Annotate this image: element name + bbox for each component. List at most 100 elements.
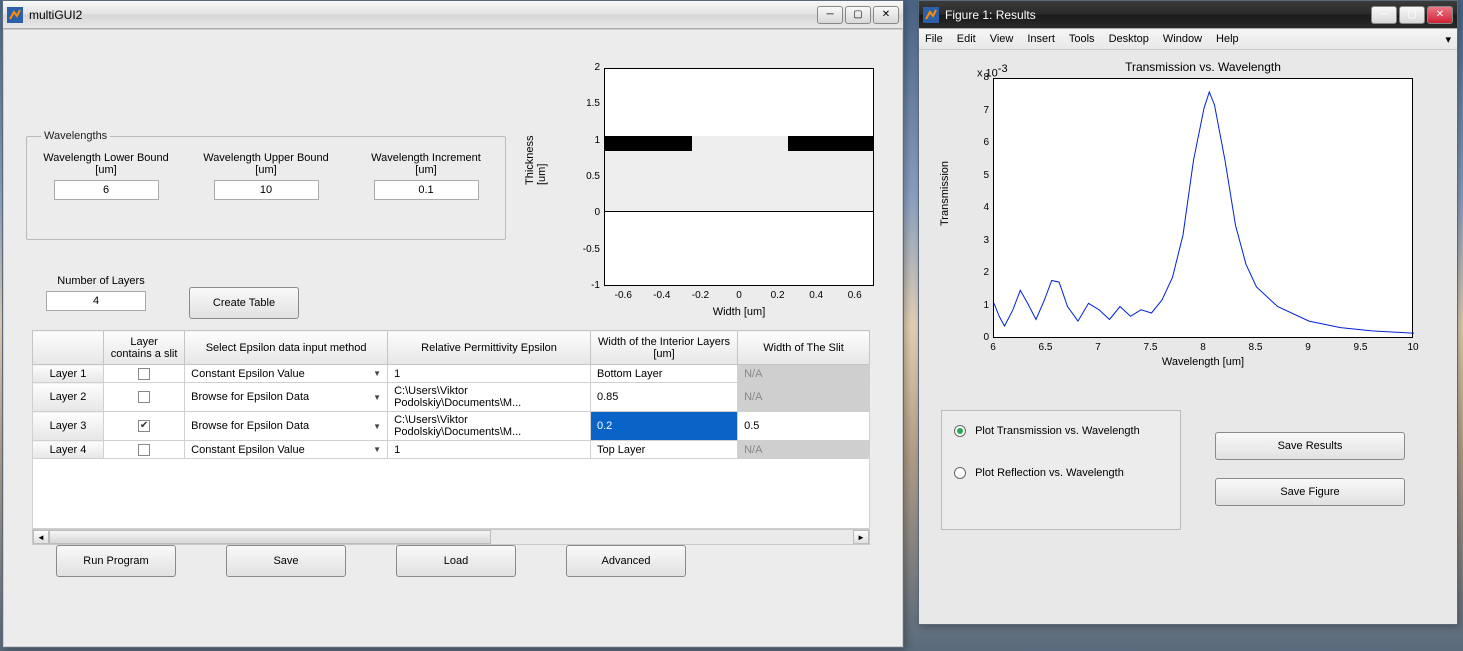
xtick: 9.5 — [1349, 342, 1373, 353]
chevron-down-icon[interactable]: ▼ — [373, 393, 381, 402]
geometry-ylabel: Thickness [um] — [524, 165, 548, 185]
minimize-button[interactable]: ─ — [817, 6, 843, 24]
wavelengths-legend: Wavelengths — [41, 130, 110, 142]
create-table-button[interactable]: Create Table — [189, 287, 299, 319]
ytick: 1.5 — [576, 98, 600, 109]
titlebar[interactable]: Figure 1: Results ─ ▢ ✕ — [919, 1, 1457, 29]
num-layers-label: Number of Layers — [46, 275, 156, 287]
method-cell[interactable]: Constant Epsilon Value▼ — [185, 441, 388, 459]
col-slit[interactable]: Layer contains a slit — [104, 331, 185, 365]
results-plot-panel: Transmission vs. Wavelength x 10-3 01234… — [933, 60, 1433, 380]
minimize-button[interactable]: ─ — [1371, 6, 1397, 24]
matlab-icon — [923, 7, 939, 23]
slit-cell[interactable] — [104, 383, 185, 412]
num-layers-block: Number of Layers — [46, 275, 156, 311]
xtick: 7 — [1086, 342, 1110, 353]
window-title: Figure 1: Results — [945, 8, 1371, 22]
ytick: 3 — [973, 235, 989, 246]
col-width[interactable]: Width of the Interior Layers [um] — [590, 331, 737, 365]
upper-bound-input[interactable] — [214, 180, 319, 200]
method-cell[interactable]: Browse for Epsilon Data▼ — [185, 383, 388, 412]
epsilon-cell[interactable]: C:\Users\Viktor Podolskiy\Documents\M... — [388, 383, 591, 412]
menu-file[interactable]: File — [925, 33, 943, 45]
maximize-button[interactable]: ▢ — [845, 6, 871, 24]
checkbox-icon[interactable] — [138, 391, 150, 403]
xtick: 0.2 — [764, 290, 792, 301]
plot-choice-panel: Plot Transmission vs. Wavelength Plot Re… — [941, 410, 1181, 530]
scroll-right-button[interactable]: ► — [853, 530, 869, 544]
col-method[interactable]: Select Epsilon data input method — [185, 331, 388, 365]
close-button[interactable]: ✕ — [873, 6, 899, 24]
save-results-button[interactable]: Save Results — [1215, 432, 1405, 460]
increment-input[interactable] — [374, 180, 479, 200]
advanced-button[interactable]: Advanced — [566, 545, 686, 577]
radio-reflection[interactable]: Plot Reflection vs. Wavelength — [954, 467, 1168, 479]
slit-width-cell[interactable]: 0.5 — [738, 412, 870, 441]
width-cell[interactable]: 0.2 — [590, 412, 737, 441]
close-button[interactable]: ✕ — [1427, 6, 1453, 24]
table-row[interactable]: Layer 4 Constant Epsilon Value▼1Top Layer… — [33, 441, 870, 459]
menu-dropdown-icon[interactable]: ▾ — [1445, 33, 1451, 46]
plot-ylabel: Transmission — [939, 186, 951, 226]
plot-xlabel: Wavelength [um] — [993, 356, 1413, 368]
col-epsilon[interactable]: Relative Permittivity Epsilon — [388, 331, 591, 365]
titlebar[interactable]: multiGUI2 ─ ▢ ✕ — [3, 1, 903, 29]
xtick: 6 — [981, 342, 1005, 353]
menu-desktop[interactable]: Desktop — [1109, 33, 1149, 45]
width-cell[interactable]: Top Layer — [590, 441, 737, 459]
slit-cell[interactable] — [104, 441, 185, 459]
upper-bound-label: Wavelength Upper Bound [um] — [201, 152, 331, 176]
chevron-down-icon[interactable]: ▼ — [373, 369, 381, 378]
table-hscrollbar[interactable]: ◄ ► — [32, 529, 870, 545]
menu-tools[interactable]: Tools — [1069, 33, 1095, 45]
menu-window[interactable]: Window — [1163, 33, 1202, 45]
lower-bound-input[interactable] — [54, 180, 159, 200]
scroll-thumb[interactable] — [49, 530, 491, 544]
ytick: 2 — [576, 62, 600, 73]
epsilon-cell[interactable]: 1 — [388, 365, 591, 383]
num-layers-input[interactable] — [46, 291, 146, 311]
layers-table[interactable]: Layer contains a slit Select Epsilon dat… — [32, 330, 870, 459]
xtick: 0 — [725, 290, 753, 301]
geometry-xlabel: Width [um] — [604, 306, 874, 318]
table-row[interactable]: Layer 3Browse for Epsilon Data▼C:\Users\… — [33, 412, 870, 441]
ytick: -0.5 — [576, 244, 600, 255]
method-cell[interactable]: Constant Epsilon Value▼ — [185, 365, 388, 383]
method-cell[interactable]: Browse for Epsilon Data▼ — [185, 412, 388, 441]
ytick: 2 — [973, 267, 989, 278]
checkbox-icon[interactable] — [138, 444, 150, 456]
table-row[interactable]: Layer 2 Browse for Epsilon Data▼C:\Users\… — [33, 383, 870, 412]
slit-width-cell: N/A — [738, 383, 870, 412]
geometry-axes — [604, 68, 874, 286]
slit-cell[interactable] — [104, 365, 185, 383]
menu-view[interactable]: View — [990, 33, 1014, 45]
menu-insert[interactable]: Insert — [1027, 33, 1055, 45]
results-axes — [993, 78, 1413, 338]
menu-help[interactable]: Help — [1216, 33, 1239, 45]
slit-cell[interactable] — [104, 412, 185, 441]
chevron-down-icon[interactable]: ▼ — [373, 422, 381, 431]
table-row[interactable]: Layer 1Constant Epsilon Value▼1Bottom La… — [33, 365, 870, 383]
maximize-button[interactable]: ▢ — [1399, 6, 1425, 24]
radio-transmission[interactable]: Plot Transmission vs. Wavelength — [954, 425, 1168, 437]
chevron-down-icon[interactable]: ▼ — [373, 445, 381, 454]
width-cell[interactable]: Bottom Layer — [590, 365, 737, 383]
row-header: Layer 2 — [33, 383, 104, 412]
xtick: 10 — [1401, 342, 1425, 353]
menu-edit[interactable]: Edit — [957, 33, 976, 45]
epsilon-cell[interactable]: 1 — [388, 441, 591, 459]
scroll-left-button[interactable]: ◄ — [33, 530, 49, 544]
save-button[interactable]: Save — [226, 545, 346, 577]
checkbox-icon[interactable] — [138, 420, 150, 432]
ytick: 5 — [973, 170, 989, 181]
epsilon-cell[interactable]: C:\Users\Viktor Podolskiy\Documents\M... — [388, 412, 591, 441]
xtick: -0.2 — [686, 290, 714, 301]
row-header: Layer 4 — [33, 441, 104, 459]
col-slitwidth[interactable]: Width of The Slit — [738, 331, 870, 365]
width-cell[interactable]: 0.85 — [590, 383, 737, 412]
checkbox-icon[interactable] — [138, 368, 150, 380]
load-button[interactable]: Load — [396, 545, 516, 577]
xtick: -0.6 — [609, 290, 637, 301]
run-program-button[interactable]: Run Program — [56, 545, 176, 577]
save-figure-button[interactable]: Save Figure — [1215, 478, 1405, 506]
